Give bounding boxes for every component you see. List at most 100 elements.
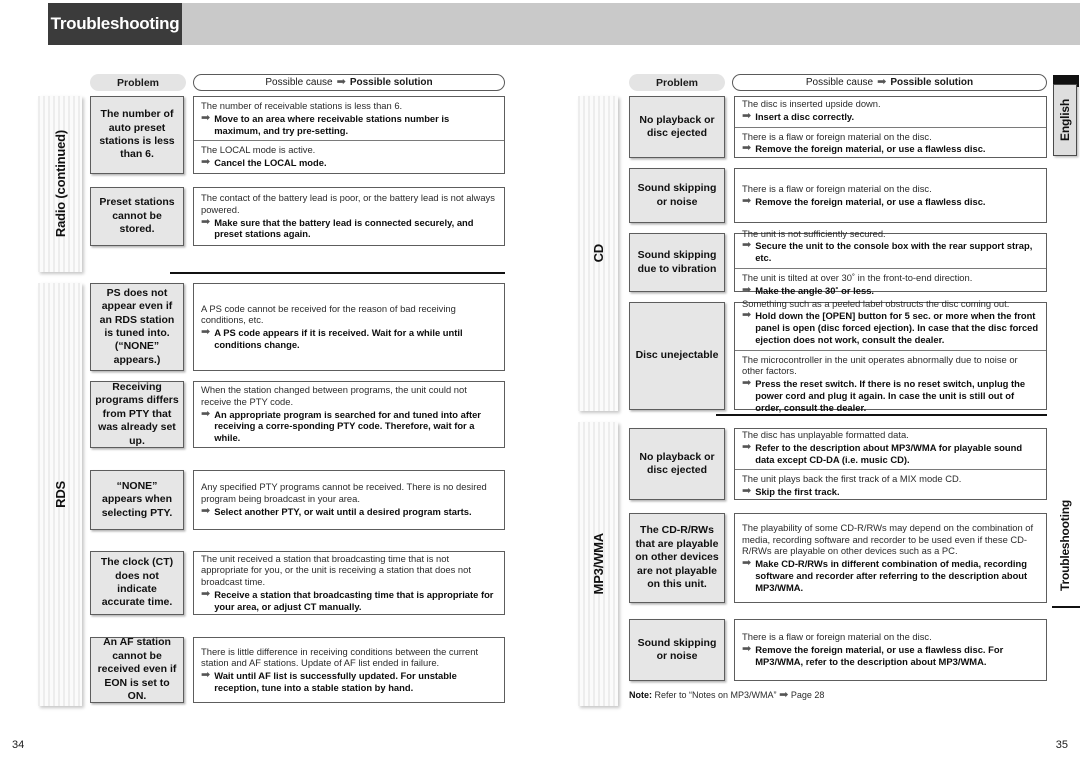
section-divider [716, 414, 1047, 416]
column-caption-cause-lead: Possible cause [265, 77, 333, 88]
note-text: Refer to “Notes on MP3/WMA” [654, 690, 777, 700]
index-tab-troubleshooting[interactable]: Troubleshooting [1050, 486, 1080, 604]
table-row: PS does not appear even if an RDS statio… [90, 283, 505, 371]
solution-item: Something such as a peeled label obstruc… [742, 297, 1039, 345]
solution-column: Something such as a peeled label obstruc… [734, 298, 1047, 413]
solution-column: There is a flaw or foreign material on t… [734, 619, 1047, 681]
solution-column: The disc is inserted upside down. ➡ Inse… [734, 96, 1047, 158]
solution-item: The microcontroller in the unit operates… [735, 349, 1046, 418]
arrow-right-icon: ➡ [742, 109, 752, 122]
solution-column: The playability of some CD-R/RWs may dep… [734, 513, 1047, 603]
arrow-right-icon: ➡ [742, 239, 752, 252]
solution-item: There is a flaw or foreign material on t… [735, 126, 1046, 160]
arrow-right-icon: ➡ [336, 76, 346, 88]
table-row: The CD-R/RWs that are playable on other … [629, 513, 1047, 603]
problem-cell: No playback or disc ejected [629, 96, 725, 158]
note-line: Note: Refer to “Notes on MP3/WMA” ➡ Page… [629, 690, 824, 701]
solution-item: The contact of the battery lead is poor,… [201, 192, 495, 240]
column-caption-problem-label: Problem [116, 76, 159, 89]
problem-cell: Sound skipping or noise [629, 168, 725, 223]
solution-item: A PS code cannot be received for the rea… [201, 302, 463, 350]
problem-cell: PS does not appear even if an RDS statio… [90, 283, 184, 371]
index-tab-english-label: English [1058, 99, 1072, 141]
problem-cell: No playback or disc ejected [629, 428, 725, 500]
arrow-right-icon: ➡ [742, 142, 752, 155]
solution-column: Any specified PTY programs cannot be rec… [193, 470, 505, 530]
arrow-right-icon: ➡ [742, 194, 752, 207]
table-row: No playback or disc ejected The disc is … [629, 96, 1047, 158]
solution-item: There is little difference in receiving … [201, 645, 479, 693]
solution-item: The playability of some CD-R/RWs may dep… [742, 521, 1034, 593]
problem-cell: Sound skipping due to vibration [629, 233, 725, 292]
column-caption-solution-label: Possible solution [349, 77, 433, 88]
arrow-right-icon: ➡ [742, 440, 752, 453]
solution-item: The disc has unplayable formatted data. … [742, 429, 1023, 465]
arrow-right-icon: ➡ [201, 111, 211, 124]
page-number-right: 35 [1055, 739, 1068, 751]
solution-column: The unit received a station that broadca… [193, 551, 505, 615]
arrow-right-icon: ➡ [742, 557, 752, 569]
solution-item: There is a flaw or foreign material on t… [742, 182, 986, 207]
solution-item: The unit is not sufficiently secured. ➡ … [742, 227, 1033, 264]
section-tab-mp3wma[interactable]: MP3/WMA [578, 422, 618, 706]
table-row: An AF station cannot be received even if… [90, 636, 505, 703]
manual-page: Troubleshooting Radio (continued) RDS Pr… [0, 0, 1080, 763]
solution-item: Any specified PTY programs cannot be rec… [201, 481, 487, 517]
section-tab-mp3wma-label: MP3/WMA [590, 533, 606, 595]
column-caption-solution-label: Possible solution [890, 77, 974, 88]
table-row: “NONE” appears when selecting PTY. Any s… [90, 470, 505, 530]
right-page: CD MP3/WMA Problem Possible cause ➡ Poss… [540, 0, 1080, 763]
arrow-right-icon: ➡ [742, 309, 752, 322]
page-number-left: 34 [12, 739, 25, 751]
table-row: Sound skipping due to vibration The unit… [629, 228, 1047, 296]
arrow-right-icon: ➡ [201, 407, 211, 420]
column-caption-cause: Possible cause ➡ Possible solution [732, 74, 1047, 91]
note-label: Note: [629, 690, 652, 700]
arrow-right-icon: ➡ [201, 587, 211, 600]
arrow-right-icon: ➡ [201, 326, 211, 338]
table-row: Sound skipping or noise There is a flaw … [629, 168, 1047, 223]
left-page: Radio (continued) RDS Problem Possible c… [0, 0, 540, 763]
column-caption-problem-label: Problem [655, 76, 698, 89]
section-tab-rds-label: RDS [52, 481, 68, 508]
solution-item: There is a flaw or foreign material on t… [742, 631, 1004, 667]
section-tab-cd[interactable]: CD [578, 96, 618, 411]
problem-cell: An AF station cannot be received even if… [90, 636, 184, 703]
solution-item: The unit plays back the first track of a… [735, 469, 1046, 502]
arrow-right-icon: ➡ [201, 504, 211, 517]
index-tab-english[interactable]: English [1053, 84, 1077, 156]
arrow-right-icon: ➡ [742, 485, 752, 498]
section-tab-radio-label: Radio (continued) [52, 130, 68, 238]
solution-column: When the station changed between program… [193, 381, 505, 448]
arrow-right-icon: ➡ [877, 76, 887, 88]
arrow-right-icon: ➡ [201, 215, 211, 228]
column-caption-cause: Possible cause ➡ Possible solution [193, 74, 505, 91]
arrow-right-icon: ➡ [201, 156, 211, 169]
problem-cell: Disc unejectable [629, 302, 725, 410]
problem-cell: “NONE” appears when selecting PTY. [90, 470, 184, 530]
section-tab-radio[interactable]: Radio (continued) [38, 96, 82, 272]
table-row: The number of auto preset stations is le… [90, 96, 505, 174]
solution-column: A PS code cannot be received for the rea… [193, 283, 505, 371]
solution-item: The number of receivable stations is les… [201, 100, 450, 136]
section-tab-cd-label: CD [590, 244, 606, 263]
solution-item: The disc is inserted upside down. ➡ Inse… [742, 98, 881, 122]
arrow-right-icon: ➡ [742, 643, 752, 656]
table-row: Sound skipping or noise There is a flaw … [629, 619, 1047, 681]
problem-cell: Sound skipping or noise [629, 619, 725, 681]
arrow-right-icon: ➡ [742, 377, 752, 390]
column-caption-cause-lead: Possible cause [805, 77, 874, 88]
column-caption-problem: Problem [90, 74, 186, 91]
table-row: The clock (CT) does not indicate accurat… [90, 551, 505, 615]
index-tab-troubleshooting-label: Troubleshooting [1058, 499, 1072, 591]
arrow-right-icon: ➡ [779, 689, 789, 701]
column-caption-problem: Problem [629, 74, 725, 91]
solution-column: The number of receivable stations is les… [193, 96, 505, 174]
solution-column: The contact of the battery lead is poor,… [193, 187, 505, 246]
table-row: Disc unejectable Something such as a pee… [629, 298, 1047, 413]
section-tab-rds[interactable]: RDS [38, 283, 82, 706]
arrow-right-icon: ➡ [201, 669, 211, 681]
solution-item: The unit received a station that broadca… [201, 552, 494, 612]
section-divider [170, 272, 505, 274]
solution-column: There is little difference in receiving … [193, 637, 505, 703]
